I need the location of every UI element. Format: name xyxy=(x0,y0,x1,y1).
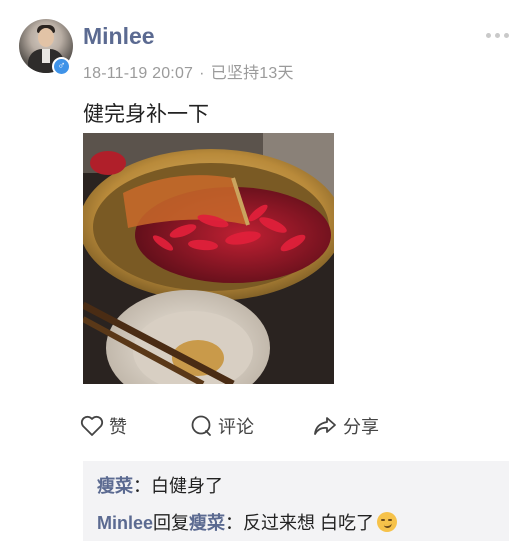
share-button[interactable]: 分享 xyxy=(312,411,379,441)
comment-text: 白健身了 xyxy=(151,476,223,496)
comment-author[interactable]: 瘦菜 xyxy=(97,476,133,496)
comment-author[interactable]: Minlee xyxy=(97,513,153,533)
heart-icon xyxy=(80,415,104,437)
comment-icon xyxy=(190,415,213,437)
comment-button[interactable]: 评论 xyxy=(190,411,254,441)
like-label: 赞 xyxy=(109,417,127,437)
comment-label: 评论 xyxy=(218,417,254,437)
more-options-icon[interactable] xyxy=(486,33,509,38)
male-icon: ♂ xyxy=(52,57,71,76)
reply-to-name[interactable]: 瘦菜 xyxy=(189,513,225,533)
comments-section: 瘦菜：白健身了 Minlee回复瘦菜：反过来想 白吃了 xyxy=(83,461,509,541)
meta-separator: · xyxy=(199,65,205,82)
post-text: 健完身补一下 xyxy=(83,103,209,126)
share-icon xyxy=(312,415,338,437)
comment-item[interactable]: 瘦菜：白健身了 xyxy=(97,472,223,498)
action-bar: 赞 评论 分享 xyxy=(80,411,500,441)
post-date: 18-11-19 20:07 xyxy=(83,65,194,82)
reply-word: 回复 xyxy=(153,513,190,533)
username[interactable]: Minlee xyxy=(83,23,155,50)
share-label: 分享 xyxy=(343,417,379,437)
like-button[interactable]: 赞 xyxy=(80,411,127,441)
comment-text: 反过来想 白吃了 xyxy=(243,513,375,533)
comment-colon: ： xyxy=(133,476,151,496)
comment-colon: ： xyxy=(225,513,244,533)
comment-item[interactable]: Minlee回复瘦菜：反过来想 白吃了 xyxy=(97,509,398,535)
hotpot-photo[interactable] xyxy=(83,133,334,384)
post-meta: 18-11-19 20:07 · 已坚持13天 xyxy=(83,59,294,83)
streak-text: 已坚持13天 xyxy=(210,65,294,82)
smirk-emoji-icon xyxy=(377,512,398,532)
